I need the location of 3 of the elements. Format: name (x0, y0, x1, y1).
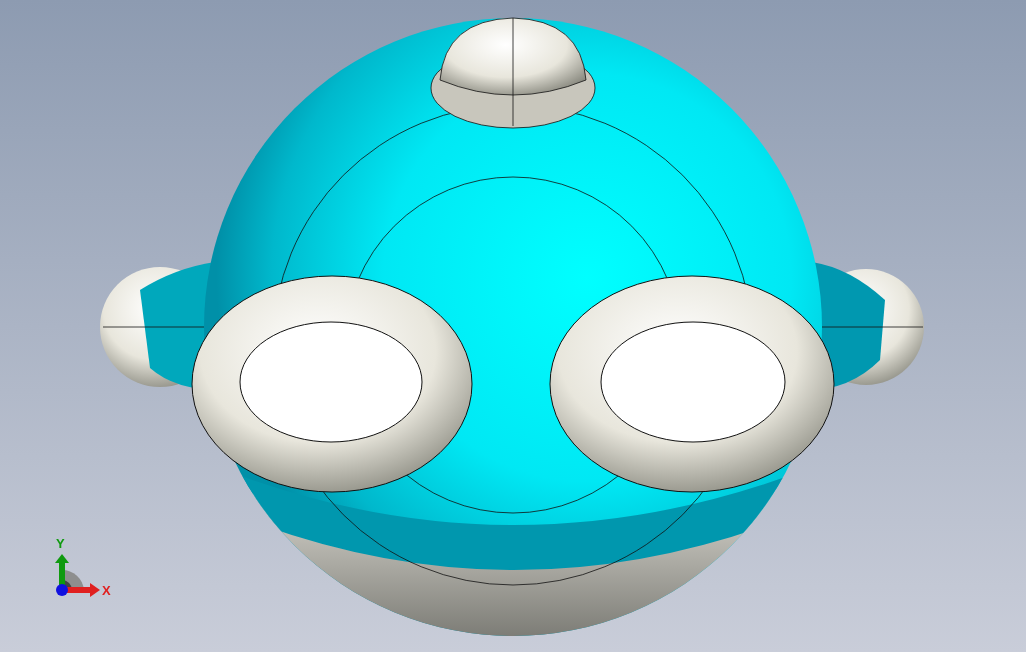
y-axis-label: Y (56, 536, 65, 551)
origin-dot-icon (56, 584, 68, 596)
x-axis-label: X (102, 583, 111, 598)
